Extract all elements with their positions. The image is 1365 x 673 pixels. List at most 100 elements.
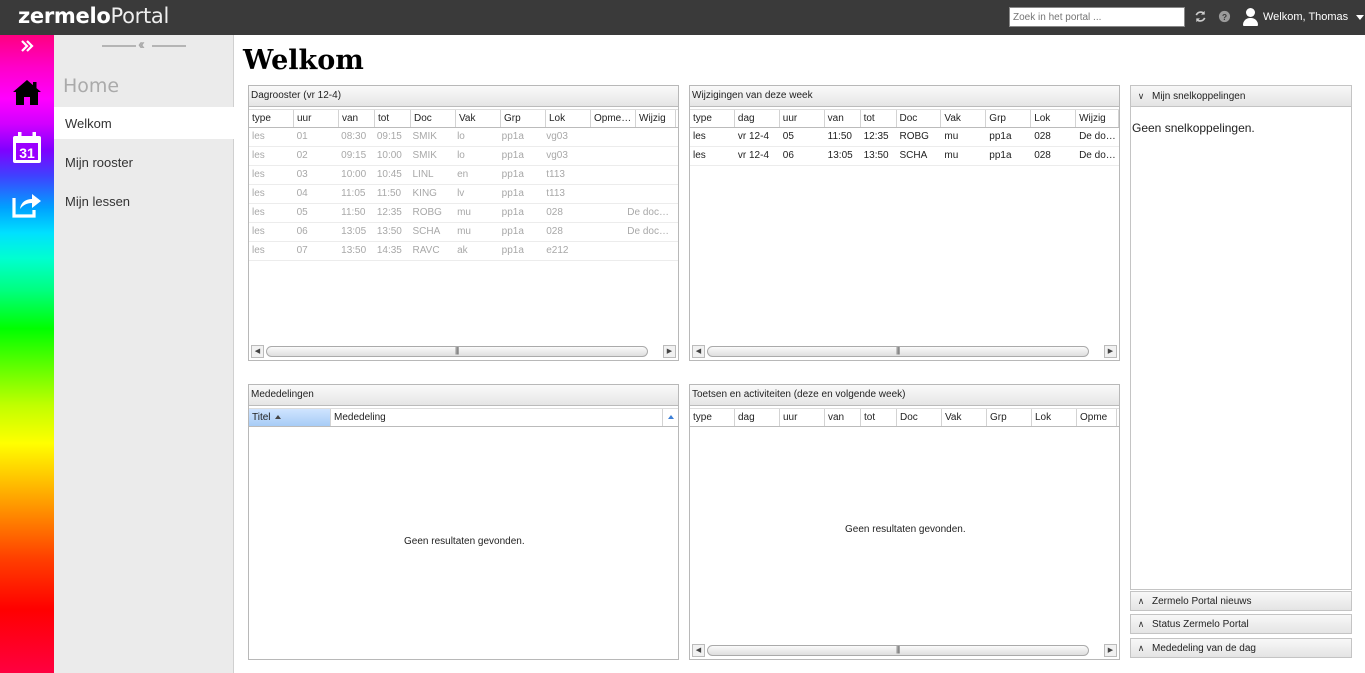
collapse-nav-control[interactable]: ‹‹ (102, 36, 186, 53)
table-cell: 10:00 (376, 150, 402, 161)
column-header[interactable]: Opme… (591, 110, 636, 127)
scroll-left-icon[interactable]: ◀ (692, 345, 705, 358)
refresh-icon[interactable] (1193, 10, 1207, 24)
column-header[interactable]: type (690, 409, 735, 426)
snelkoppelingen-header[interactable]: ∨ Mijn snelkoppelingen (1130, 85, 1352, 107)
column-header[interactable]: Lok (1031, 110, 1077, 127)
section-mededeling-dag[interactable]: ∧ Mededeling van de dag (1130, 638, 1352, 658)
nav-item-label: Mijn rooster (65, 154, 133, 170)
table-cell: 11:50 (827, 131, 852, 142)
horizontal-scrollbar[interactable]: ◀ ||| ▶ (692, 345, 1117, 358)
column-header[interactable]: Grp (987, 409, 1032, 426)
column-header[interactable]: tot (375, 110, 411, 127)
column-header[interactable]: dag (735, 110, 780, 127)
logo[interactable]: zermeloPortal (18, 4, 169, 28)
table-cell: 06 (782, 150, 794, 161)
mededelingen-panel: Mededelingen Titel Mededeling Geen resul… (248, 384, 679, 660)
table-row[interactable]: les 07 13:50 14:35 RAVC ak pp1a e212 (249, 242, 678, 261)
horizontal-scrollbar[interactable]: ◀ ||| ▶ (692, 644, 1117, 657)
panel-title: Dagrooster (vr 12-4) (249, 86, 678, 107)
scroll-thumb[interactable]: ||| (266, 346, 648, 357)
panel-title: Wijzigingen van deze week (690, 86, 1119, 107)
column-header[interactable]: Grp (986, 110, 1032, 127)
user-menu[interactable]: Welkom, Thomas (1243, 6, 1365, 28)
column-header[interactable]: Grp (501, 110, 546, 127)
table-row[interactable]: les 02 09:15 10:00 SMIK lo pp1a vg03 (249, 147, 678, 166)
column-header[interactable]: Lok (546, 110, 591, 127)
table-cell: vg03 (546, 131, 568, 142)
table-cell (672, 166, 678, 184)
column-header-mededeling[interactable]: Mededeling (331, 409, 663, 426)
scroll-right-icon[interactable]: ▶ (1104, 644, 1117, 657)
table-cell: 13:50 (341, 245, 367, 256)
column-header[interactable]: tot (861, 409, 897, 426)
column-header[interactable]: tot (861, 110, 897, 127)
table-row[interactable]: les 05 11:50 12:35 ROBG mu pp1a 028 De doc… (249, 204, 678, 223)
table-row[interactable]: les vr 12-4 06 13:05 13:50 SCHA mu pp1a 028 De do… (690, 147, 1119, 166)
nav-item-mijn-rooster[interactable]: Mijn rooster (54, 146, 234, 178)
share-icon[interactable] (0, 190, 54, 218)
side-nav: ‹‹ Home Welkom Mijn rooster Mijn lessen (54, 35, 234, 673)
scroll-right-icon[interactable]: ▶ (1104, 345, 1117, 358)
column-header-titel[interactable]: Titel (249, 409, 331, 426)
table-cell: 05 (782, 131, 794, 142)
section-status[interactable]: ∧ Status Zermelo Portal (1130, 614, 1352, 634)
column-header[interactable]: Wijzig (1076, 110, 1119, 127)
help-icon[interactable]: ? (1217, 10, 1231, 24)
table-row[interactable]: les 06 13:05 13:50 SCHA mu pp1a 028 De doc… (249, 223, 678, 242)
table-row[interactable]: les 03 10:00 10:45 LINL en pp1a t113 (249, 166, 678, 185)
table-cell (672, 223, 678, 241)
home-icon[interactable] (0, 78, 54, 106)
column-header[interactable]: Opme (1077, 409, 1117, 426)
chevron-down-icon: ∨ (1137, 90, 1145, 101)
nav-item-mijn-lessen[interactable]: Mijn lessen (54, 185, 234, 217)
table-cell: 07 (296, 245, 308, 256)
table-cell: 10:00 (341, 169, 367, 180)
scroll-left-icon[interactable]: ◀ (251, 345, 264, 358)
column-header[interactable]: Doc (897, 110, 942, 127)
scroll-thumb[interactable]: ||| (707, 346, 1089, 357)
column-header[interactable]: Doc (411, 110, 456, 127)
column-header[interactable]: Doc (897, 409, 942, 426)
scroll-thumb[interactable]: ||| (707, 645, 1089, 656)
grid-body: les vr 12-4 05 11:50 12:35 ROBG mu pp1a 028 De do… (690, 128, 1119, 166)
calendar-icon[interactable]: 31 (0, 132, 54, 164)
empty-message: Geen resultaten gevonden. (845, 524, 966, 535)
table-cell: mu (944, 150, 959, 161)
chevron-up-icon: ∧ (1137, 618, 1145, 629)
table-cell (672, 242, 678, 260)
column-header[interactable]: uur (780, 110, 825, 127)
table-row[interactable]: les 01 08:30 09:15 SMIK lo pp1a vg03 (249, 128, 678, 147)
nav-item-welkom[interactable]: Welkom (54, 107, 234, 139)
column-menu-icon[interactable] (663, 409, 678, 426)
column-header[interactable]: uur (294, 110, 339, 127)
table-cell: De doc… (627, 207, 669, 218)
table-cell: ROBG (899, 131, 929, 142)
column-header[interactable]: Lok (1032, 409, 1077, 426)
column-header[interactable]: Vak (941, 110, 987, 127)
sort-ascending-icon (274, 415, 281, 420)
section-zermelo-nieuws[interactable]: ∧ Zermelo Portal nieuws (1130, 591, 1352, 611)
horizontal-scrollbar[interactable]: ◀ ||| ▶ (251, 345, 676, 358)
search-input[interactable] (1009, 7, 1185, 27)
column-header[interactable]: type (690, 110, 735, 127)
column-header[interactable]: dag (735, 409, 780, 426)
calendar-day: 31 (19, 145, 35, 161)
column-header[interactable]: Wijzig (636, 110, 676, 127)
double-chevron-right-icon[interactable] (0, 39, 54, 53)
table-cell: vr 12-4 (737, 150, 770, 161)
column-header[interactable]: type (249, 110, 294, 127)
section-title: Mededeling van de dag (1152, 642, 1256, 654)
table-cell: SCHA (412, 226, 441, 237)
column-header[interactable]: Vak (456, 110, 501, 127)
column-header[interactable]: Vak (942, 409, 987, 426)
column-header[interactable]: van (825, 110, 861, 127)
scroll-left-icon[interactable]: ◀ (692, 644, 705, 657)
table-row[interactable]: les 04 11:05 11:50 KING lv pp1a t113 (249, 185, 678, 204)
column-header[interactable]: van (825, 409, 861, 426)
table-row[interactable]: les vr 12-4 05 11:50 12:35 ROBG mu pp1a 028 De do… (690, 128, 1119, 147)
logo-bold: zermelo (18, 4, 111, 28)
column-header[interactable]: van (339, 110, 375, 127)
scroll-right-icon[interactable]: ▶ (663, 345, 676, 358)
column-header[interactable]: uur (780, 409, 825, 426)
